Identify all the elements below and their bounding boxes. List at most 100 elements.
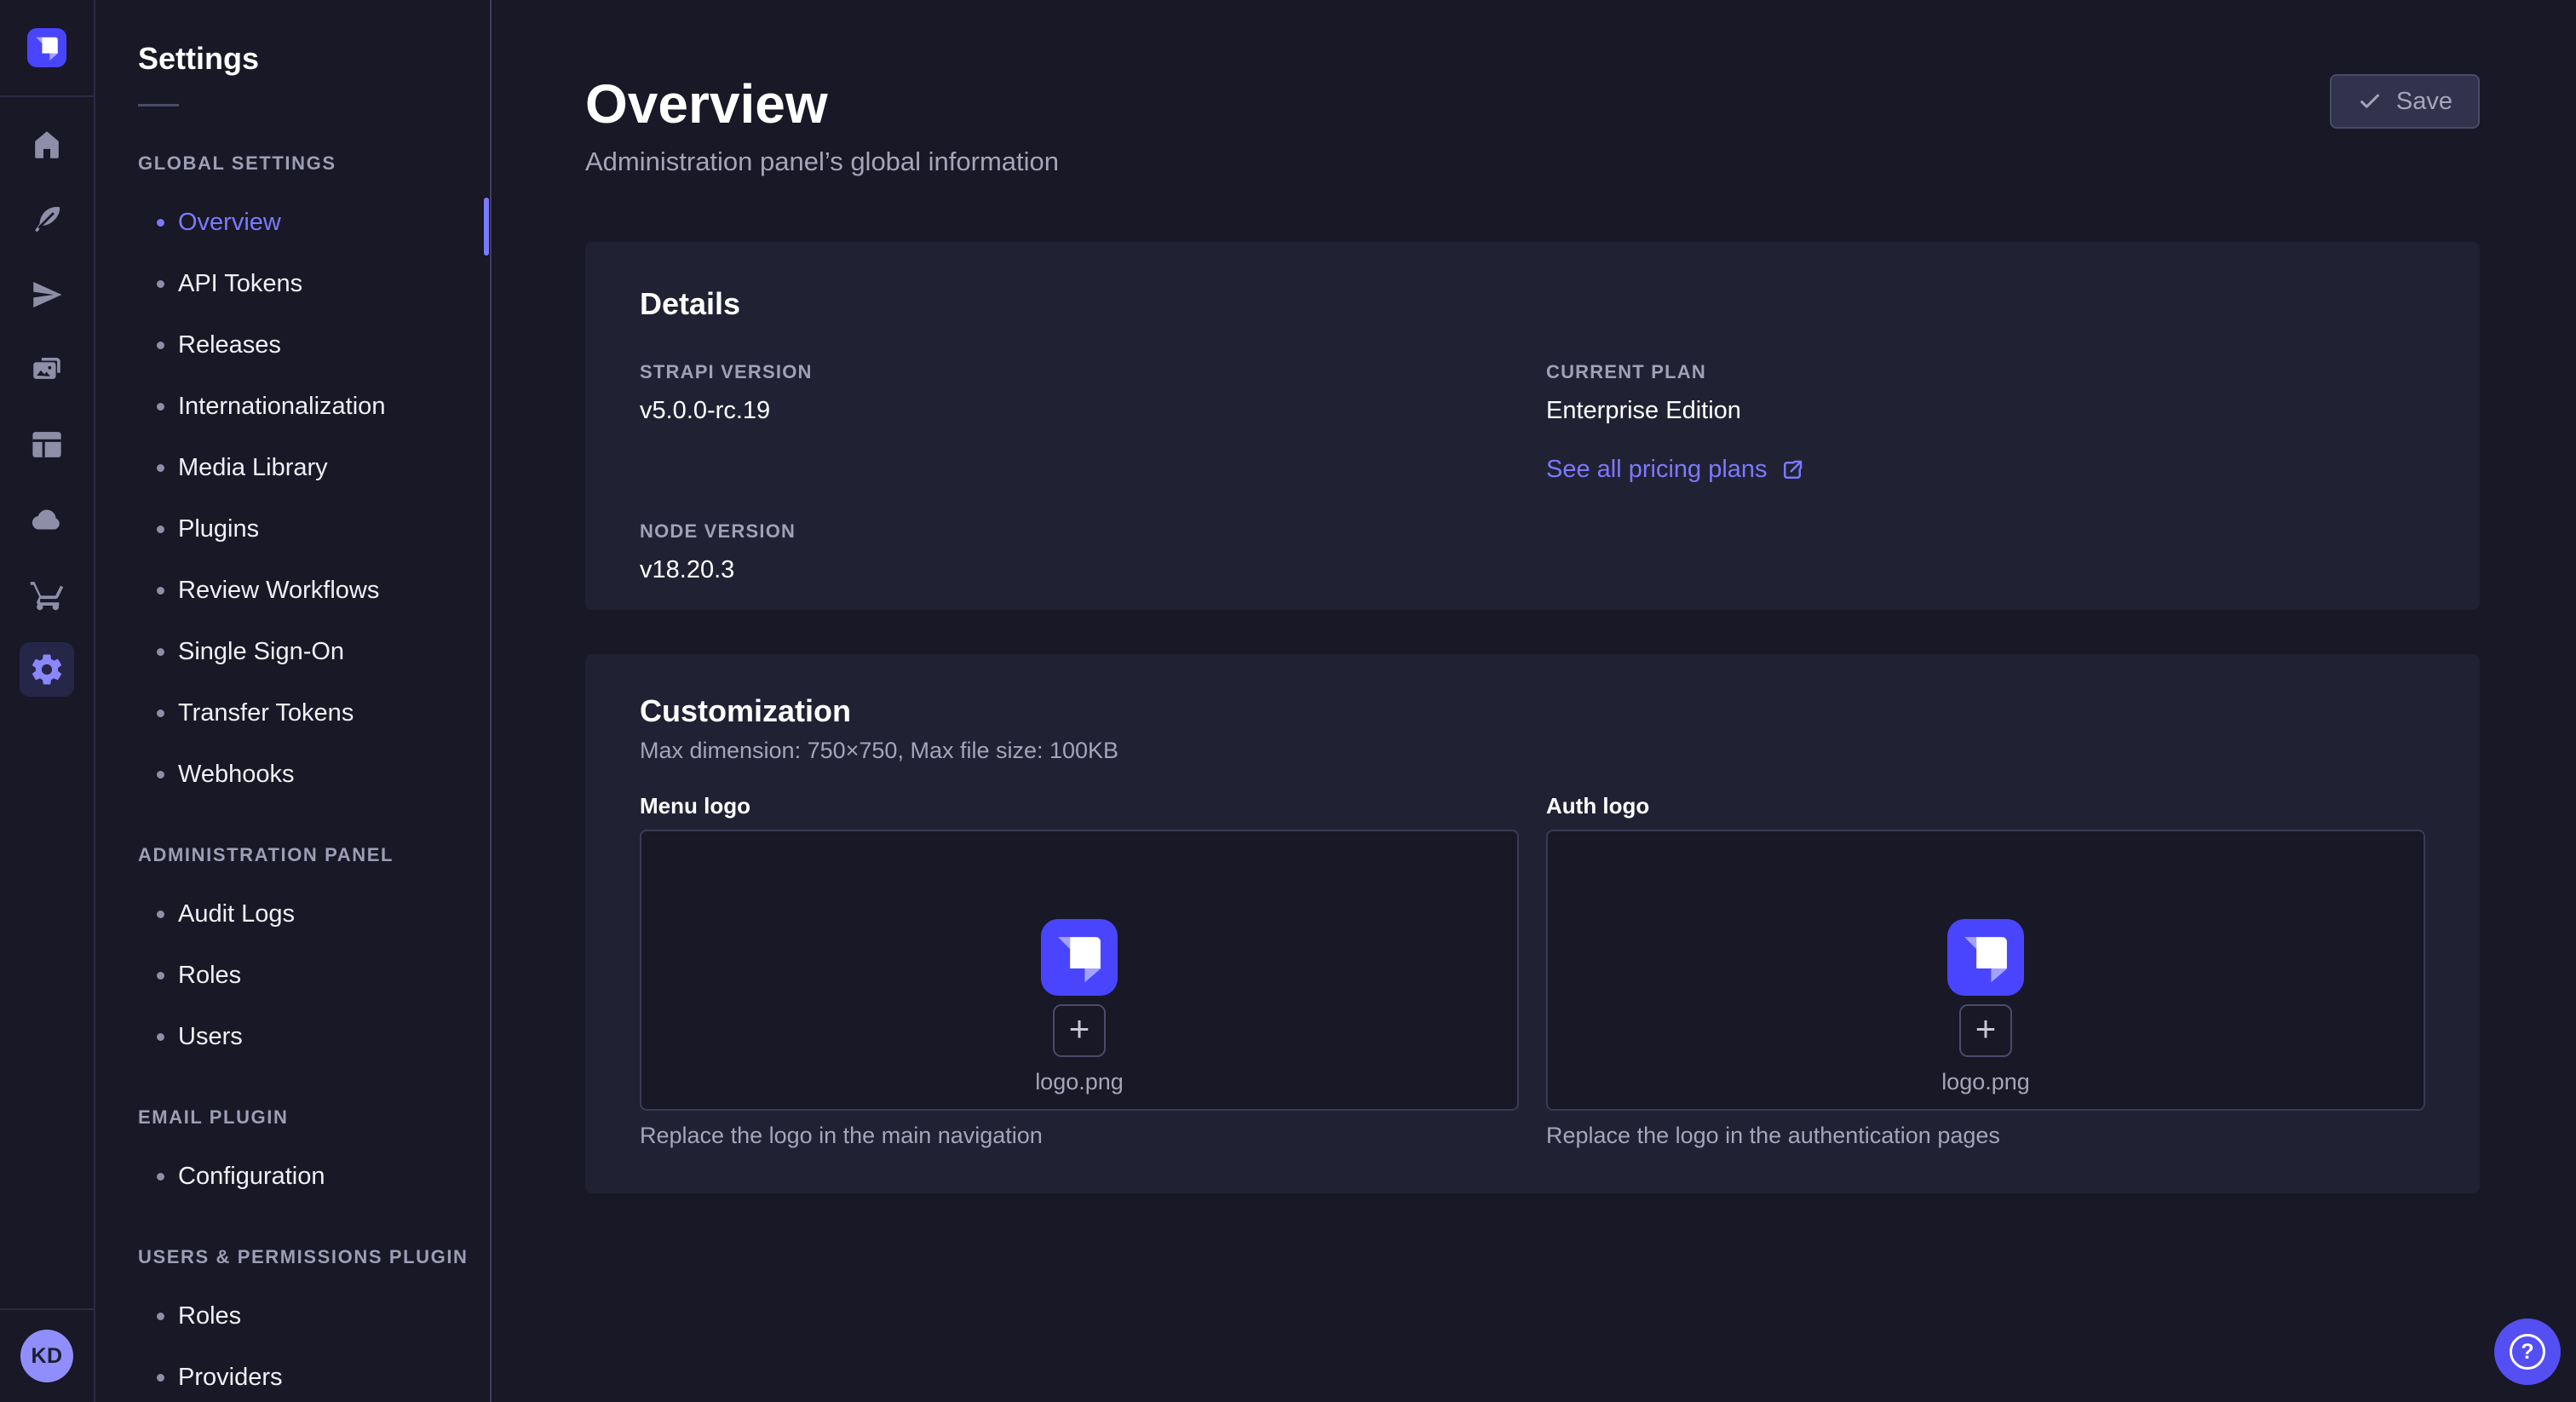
subnav-item-plugins[interactable]: Plugins <box>138 498 490 560</box>
question-mark-icon: ? <box>2510 1334 2545 1370</box>
menu-logo-dropzone: + logo.png <box>640 830 1519 1111</box>
settings-subnav: Settings GLOBAL SETTINGS Overview API To… <box>95 0 492 1402</box>
subnav-item-label: Roles <box>178 1302 241 1330</box>
subnav-item-admin-users[interactable]: Users <box>138 1006 490 1067</box>
section-global-settings: GLOBAL SETTINGS <box>138 137 490 175</box>
subnav-item-label: Single Sign-On <box>178 638 344 666</box>
external-link-icon <box>1780 457 1805 483</box>
subnav-item-label: Media Library <box>178 454 328 482</box>
rail-item-cloud[interactable] <box>20 492 74 547</box>
save-label: Save <box>2396 88 2452 116</box>
pictures-icon <box>29 352 65 388</box>
subnav-item-admin-roles[interactable]: Roles <box>138 945 490 1006</box>
auth-logo-caption: Replace the logo in the authentication p… <box>1546 1123 2425 1149</box>
layout-icon <box>29 427 65 463</box>
subnav-item-label: Transfer Tokens <box>178 699 354 727</box>
help-button[interactable]: ? <box>2494 1319 2561 1385</box>
cart-icon <box>29 577 65 612</box>
subnav-item-api-tokens[interactable]: API Tokens <box>138 253 490 314</box>
bullet-icon <box>157 219 164 227</box>
rail-item-home[interactable] <box>20 118 74 172</box>
pricing-plans-link[interactable]: See all pricing plans <box>1546 456 1805 484</box>
workplace-logo <box>0 0 95 97</box>
strapi-admin: KD Settings GLOBAL SETTINGS Overview API… <box>0 0 2576 1402</box>
administration-panel-list: Audit Logs Roles Users <box>138 883 490 1067</box>
rail-nav <box>20 118 74 697</box>
auth-logo-label: Auth logo <box>1546 793 2425 819</box>
subnav-item-label: Configuration <box>178 1163 325 1191</box>
subnav-title: Settings <box>138 41 490 77</box>
rail-item-marketplace[interactable] <box>20 567 74 622</box>
current-plan-field: CURRENT PLAN Enterprise Edition <box>1546 361 2425 425</box>
global-settings-list: Overview API Tokens Releases Internation… <box>138 192 490 805</box>
subnav-item-label: Roles <box>178 962 241 990</box>
subnav-item-single-sign-on[interactable]: Single Sign-On <box>138 621 490 682</box>
rail-item-media-library[interactable] <box>20 342 74 397</box>
bullet-icon <box>157 280 164 288</box>
strapi-version-value: v5.0.0-rc.19 <box>640 397 1519 425</box>
subnav-item-audit-logs[interactable]: Audit Logs <box>138 883 490 945</box>
subnav-item-internationalization[interactable]: Internationalization <box>138 376 490 437</box>
auth-logo-group: Auth logo + logo.png Replace the logo in… <box>1546 793 2425 1149</box>
subnav-item-configuration[interactable]: Configuration <box>138 1146 490 1207</box>
details-left-column: STRAPI VERSION v5.0.0-rc.19 NODE VERSION… <box>640 361 1519 584</box>
bullet-icon <box>157 1313 164 1320</box>
active-item-indicator <box>484 198 489 256</box>
bullet-icon <box>157 648 164 656</box>
section-users-permissions-plugin: USERS & PERMISSIONS PLUGIN <box>138 1231 490 1268</box>
home-icon <box>29 127 65 163</box>
subnav-item-up-roles[interactable]: Roles <box>138 1285 490 1347</box>
bullet-icon <box>157 403 164 411</box>
user-avatar[interactable]: KD <box>20 1330 73 1382</box>
menu-logo-group: Menu logo + logo.png Replace the logo in… <box>640 793 1519 1149</box>
feather-icon <box>29 202 65 238</box>
subnav-item-label: Internationalization <box>178 393 385 421</box>
pricing-link-label: See all pricing plans <box>1546 456 1768 484</box>
menu-logo-filename: logo.png <box>1035 1069 1124 1095</box>
auth-logo-preview <box>1947 919 2024 996</box>
paper-plane-icon <box>29 277 65 313</box>
users-permissions-list: Roles Providers <box>138 1285 490 1402</box>
subnav-item-label: Releases <box>178 331 281 359</box>
page-subtitle: Administration panel’s global informatio… <box>585 147 2480 177</box>
subnav-item-webhooks[interactable]: Webhooks <box>138 744 490 805</box>
bullet-icon <box>157 464 164 472</box>
bullet-icon <box>157 972 164 980</box>
rail-item-settings[interactable] <box>20 642 74 697</box>
auth-logo-dropzone: + logo.png <box>1546 830 2425 1111</box>
subnav-item-media-library[interactable]: Media Library <box>138 437 490 498</box>
subnav-item-providers[interactable]: Providers <box>138 1347 490 1402</box>
subnav-item-review-workflows[interactable]: Review Workflows <box>138 560 490 621</box>
rail-item-content-manager[interactable] <box>20 417 74 472</box>
email-plugin-list: Configuration <box>138 1146 490 1207</box>
details-heading: Details <box>640 286 2425 322</box>
auth-logo-add-button[interactable]: + <box>1959 1004 2012 1057</box>
menu-logo-add-button[interactable]: + <box>1053 1004 1106 1057</box>
menu-logo-label: Menu logo <box>640 793 1519 819</box>
subnav-item-overview[interactable]: Overview <box>138 192 490 253</box>
node-version-label: NODE VERSION <box>640 520 1519 543</box>
bullet-icon <box>157 710 164 717</box>
main-nav-rail: KD <box>0 0 95 1402</box>
auth-logo-filename: logo.png <box>1941 1069 2030 1095</box>
cloud-icon <box>29 502 65 537</box>
strapi-logo-icon <box>27 28 66 67</box>
rail-item-content-type-builder[interactable] <box>20 192 74 247</box>
page-header: Overview Administration panel’s global i… <box>585 0 2480 177</box>
subnav-item-label: Providers <box>178 1364 283 1392</box>
plus-icon: + <box>1975 1011 1997 1047</box>
bullet-icon <box>157 587 164 595</box>
details-grid: STRAPI VERSION v5.0.0-rc.19 NODE VERSION… <box>640 361 2425 584</box>
details-right-column: CURRENT PLAN Enterprise Edition See all … <box>1546 361 2425 584</box>
subnav-item-label: Plugins <box>178 515 259 543</box>
bullet-icon <box>157 771 164 779</box>
bullet-icon <box>157 526 164 533</box>
subnav-item-transfer-tokens[interactable]: Transfer Tokens <box>138 682 490 744</box>
section-administration-panel: ADMINISTRATION PANEL <box>138 829 490 866</box>
subnav-item-label: Review Workflows <box>178 577 379 605</box>
menu-logo-preview <box>1041 919 1118 996</box>
save-button[interactable]: Save <box>2330 74 2480 129</box>
rail-item-deploy[interactable] <box>20 267 74 322</box>
subnav-item-releases[interactable]: Releases <box>138 314 490 376</box>
main-content: Overview Administration panel’s global i… <box>492 0 2576 1402</box>
